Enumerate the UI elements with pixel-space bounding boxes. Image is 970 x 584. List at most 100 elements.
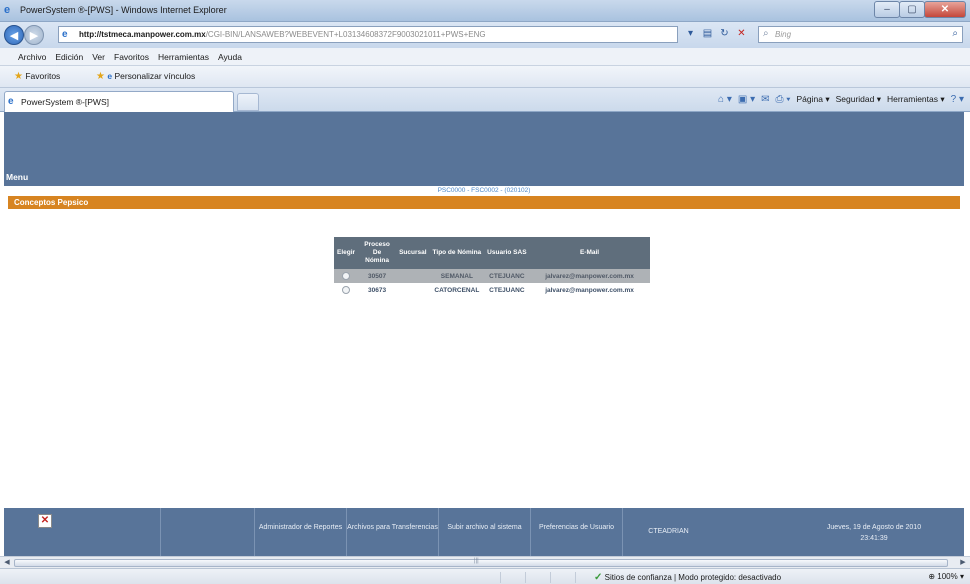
user-preferences-label: Preferencias de Usuario <box>538 524 615 531</box>
status-bar: ✓ Sitios de confianza | Modo protegido: … <box>0 568 970 584</box>
user-preferences-link[interactable]: Preferencias de Usuario <box>530 508 622 556</box>
cell-tipo: CATORCENAL <box>429 283 485 297</box>
print-icon[interactable]: ⎙ ▾ <box>776 94 791 105</box>
status-divider <box>550 572 551 583</box>
zoom-level[interactable]: ⊕ 100% ▾ <box>928 572 964 581</box>
page-menu[interactable]: Página ▾ <box>796 94 829 105</box>
payroll-table: Elegir Proceso De Nómina Sucursal Tipo d… <box>334 237 650 297</box>
reports-admin-link[interactable]: Administrador de Reportes <box>254 508 346 556</box>
new-tab-button[interactable] <box>237 93 259 111</box>
row-radio[interactable] <box>334 269 359 283</box>
upload-file-label: Subir archivo al sistema <box>447 524 522 531</box>
date-time-text: Jueves, 19 de Agosto de 2010 23:41:39 <box>784 522 964 544</box>
stop-icon[interactable]: ✕ <box>733 26 750 43</box>
scroll-grip-icon: ||| <box>474 558 479 564</box>
page-icon: e <box>62 29 68 40</box>
cell-tipo: SEMANAL <box>429 269 485 283</box>
cell-usuario: CTEJUANC <box>484 283 530 297</box>
cell-proceso: 30673 <box>358 283 397 297</box>
search-provider-icon: ⌕ <box>763 28 769 39</box>
window-controls: – ▢ ✕ <box>874 1 966 19</box>
cell-sucursal <box>396 269 430 283</box>
info-line: PSC0000 - FSC0002 - (020102) <box>437 187 531 194</box>
col-proceso: Proceso De Nómina <box>358 237 397 269</box>
footer-divider <box>160 508 161 556</box>
col-sucursal: Sucursal <box>396 237 430 269</box>
favorites-bar: ★ Favoritos ★ e Personalizar vínculos <box>0 66 970 88</box>
table-row[interactable]: 30507 SEMANAL CTEJUANC jalvarez@manpower… <box>334 269 650 283</box>
security-menu[interactable]: Seguridad ▾ <box>836 94 881 105</box>
cell-sucursal <box>396 283 430 297</box>
menu-bar: Archivo Edición Ver Favoritos Herramient… <box>0 48 970 66</box>
col-tipo: Tipo de Nómina <box>429 237 485 269</box>
custom-links-button[interactable]: ★ e Personalizar vínculos <box>96 71 195 82</box>
address-bar[interactable]: e http://tstmeca.manpower.com.mx/CGI-BIN… <box>58 26 678 43</box>
forward-button[interactable]: ▶ <box>24 25 44 45</box>
menu-favoritos[interactable]: Favoritos <box>114 52 149 62</box>
command-bar: ⌂ ▾ ▣ ▾ ✉ ⎙ ▾ Página ▾ Seguridad ▾ Herra… <box>712 94 964 105</box>
scroll-thumb[interactable] <box>14 559 948 567</box>
cell-usuario: CTEJUANC <box>484 269 530 283</box>
zoom-icon: ⊕ <box>928 572 936 581</box>
transfer-files-label: Archivos para Transferencias <box>347 524 438 531</box>
status-divider <box>500 572 501 583</box>
scroll-right-arrow-icon[interactable]: ▶ <box>957 558 969 568</box>
horizontal-scrollbar[interactable]: ◀ ||| ▶ <box>0 556 970 568</box>
cell-email: jalvarez@manpower.com.mx <box>529 283 650 297</box>
tab-row: e PowerSystem ®-[PWS] ⌂ ▾ ▣ ▾ ✉ ⎙ ▾ Pági… <box>0 88 970 112</box>
section-title: Conceptos Pepsico <box>14 198 89 207</box>
window-title: PowerSystem ®-[PWS] - Windows Internet E… <box>20 5 227 15</box>
back-button[interactable]: ◀ <box>4 25 24 45</box>
page-icon: e <box>107 71 113 81</box>
check-icon: ✓ <box>594 572 603 583</box>
menu-label[interactable]: Menu <box>6 172 28 182</box>
menu-edicion[interactable]: Edición <box>55 52 83 62</box>
transfer-files-link[interactable]: Archivos para Transferencias <box>346 508 438 556</box>
table-row[interactable]: 30673 CATORCENAL CTEJUANC jalvarez@manpo… <box>334 283 650 297</box>
tools-menu[interactable]: Herramientas ▾ <box>887 94 945 105</box>
col-elegir: Elegir <box>334 237 359 269</box>
section-bar: Conceptos Pepsico <box>8 196 960 209</box>
address-tools: ▾ ▤ ↻ ✕ <box>682 26 750 43</box>
star-icon: ★ <box>14 71 23 82</box>
menu-ayuda[interactable]: Ayuda <box>218 52 242 62</box>
close-button[interactable]: ✕ <box>924 1 966 18</box>
address-row: ◀ ▶ e http://tstmeca.manpower.com.mx/CGI… <box>0 22 970 48</box>
maximize-button[interactable]: ▢ <box>899 1 925 18</box>
date-time: Jueves, 19 de Agosto de 2010 23:41:39 <box>784 508 964 556</box>
scroll-left-arrow-icon[interactable]: ◀ <box>1 558 13 568</box>
security-zone[interactable]: ✓ Sitios de confianza | Modo protegido: … <box>594 572 781 583</box>
compatibility-icon[interactable]: ▤ <box>699 26 716 43</box>
cell-email: jalvarez@manpower.com.mx <box>529 269 650 283</box>
tab-label: PowerSystem ®-[PWS] <box>21 97 109 107</box>
menu-archivo[interactable]: Archivo <box>18 52 46 62</box>
current-user: CTEADRIAN <box>622 508 714 556</box>
search-box[interactable]: ⌕ Bing ⌕ <box>758 26 963 43</box>
home-icon[interactable]: ⌂ ▾ <box>718 94 732 105</box>
add-favorite-icon: ★ <box>96 71 105 82</box>
radio-button[interactable] <box>342 272 351 280</box>
date-label: Jueves, 19 de Agosto de 2010 <box>826 524 922 531</box>
dropdown-arrow-icon[interactable]: ▾ <box>682 26 699 43</box>
radio-button[interactable] <box>342 286 351 294</box>
favorites-button[interactable]: ★ Favoritos <box>14 71 60 82</box>
refresh-icon[interactable]: ↻ <box>716 26 733 43</box>
minimize-button[interactable]: – <box>874 1 900 18</box>
table-header-row: Elegir Proceso De Nómina Sucursal Tipo d… <box>334 237 650 269</box>
time-label: 23:41:39 <box>860 535 888 542</box>
row-radio[interactable] <box>334 283 359 297</box>
feeds-icon[interactable]: ▣ ▾ <box>738 94 755 105</box>
menu-herramientas[interactable]: Herramientas <box>158 52 209 62</box>
exit-icon[interactable]: ✕ <box>38 514 52 528</box>
bottom-nav: ✕ Administrador de Reportes Archivos par… <box>4 508 964 556</box>
help-icon[interactable]: ? ▾ <box>951 94 964 105</box>
address-url[interactable]: http://tstmeca.manpower.com.mx/CGI-BIN/L… <box>79 30 486 39</box>
mail-icon[interactable]: ✉ <box>761 94 769 105</box>
search-icon[interactable]: ⌕ <box>952 28 958 39</box>
reports-admin-label: Administrador de Reportes <box>258 524 343 531</box>
upload-file-link[interactable]: Subir archivo al sistema <box>438 508 530 556</box>
menu-ver[interactable]: Ver <box>92 52 105 62</box>
page-content: Menu PSC0000 - FSC0002 - (020102) Concep… <box>4 112 964 556</box>
tab-powersystem[interactable]: e PowerSystem ®-[PWS] <box>4 91 234 112</box>
current-user-label: CTEADRIAN <box>648 528 689 535</box>
